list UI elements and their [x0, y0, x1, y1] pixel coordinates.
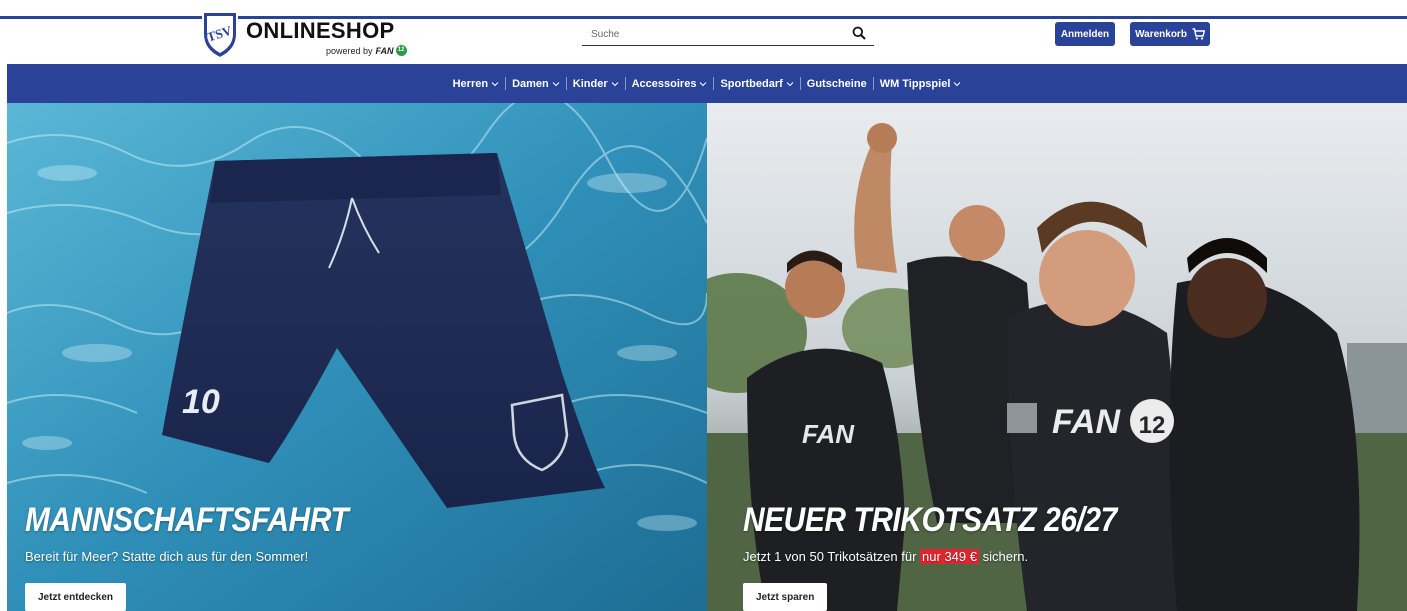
nav-item-sportbedarf[interactable]: Sportbedarf: [714, 78, 799, 90]
banner-mannschaftsfahrt[interactable]: 10 MANNSCHAFTSFAHRT Bereit für Meer? Sta…: [7, 103, 707, 611]
nav-item-label: Accessoires: [631, 77, 697, 90]
site-header: TSV ONLINESHOP powered by FAN 12 Anmelde…: [0, 0, 1407, 64]
banner-title: MANNSCHAFTSFAHRT: [25, 501, 349, 539]
main-navigation: Herren Damen Kinder Accessoires Sportbed…: [7, 64, 1407, 103]
shop-logo[interactable]: TSV ONLINESHOP powered by FAN 12: [200, 8, 407, 60]
shirt-brand-large: FAN: [1052, 403, 1121, 441]
search-input[interactable]: [582, 24, 842, 44]
chevron-down-icon: [611, 81, 618, 86]
nav-item-label: Herren: [452, 77, 489, 90]
banner-trikotsatz[interactable]: FAN FAN 12 NEUER TRIKOTSATZ 26/27 Jetzt …: [707, 103, 1407, 611]
explore-button[interactable]: Jetzt entdecken: [25, 583, 127, 611]
chevron-down-icon: [786, 81, 794, 86]
nav-item-kinder[interactable]: Kinder: [567, 78, 625, 90]
cart-button[interactable]: Warenkorb: [1130, 22, 1210, 46]
banner-title: NEUER TRIKOTSATZ 26/27: [743, 501, 1117, 539]
nav-item-gutscheine[interactable]: Gutscheine: [801, 78, 873, 90]
logo-title: ONLINESHOP: [246, 18, 395, 43]
save-now-button-label: Jetzt sparen: [756, 591, 815, 603]
nav-item-label: Kinder: [572, 77, 608, 90]
powered-by-label: powered by: [326, 45, 373, 56]
nav-item-damen[interactable]: Damen: [506, 78, 566, 90]
banner-subtitle-end: sichern.: [982, 549, 1029, 564]
price-highlight: nur 349 €: [920, 549, 979, 564]
chevron-down-icon: [700, 81, 707, 86]
banner-subtitle: Bereit für Meer? Statte dich aus für den…: [25, 549, 309, 564]
nav-item-label: WM Tippspiel: [879, 77, 951, 90]
logo-powered-by: powered by FAN 12: [326, 45, 407, 56]
nav-item-herren[interactable]: Herren: [447, 78, 505, 90]
explore-button-label: Jetzt entdecken: [38, 591, 114, 603]
shorts-number: 10: [182, 383, 220, 421]
nav-item-wm-tippspiel[interactable]: WM Tippspiel: [874, 78, 968, 90]
login-button-label: Anmelden: [1060, 28, 1110, 40]
save-now-button[interactable]: Jetzt sparen: [743, 583, 828, 611]
search-bar: [582, 22, 874, 46]
chevron-down-icon: [954, 81, 961, 86]
fan12-badge: 12: [395, 45, 407, 56]
banner-subtitle: Jetzt 1 von 50 Trikotsätzen für nur 349 …: [743, 549, 1028, 564]
shopping-cart-icon: [1192, 28, 1205, 40]
banner-subtitle-text: Jetzt 1 von 50 Trikotsätzen für: [743, 549, 917, 564]
nav-item-accessoires[interactable]: Accessoires: [626, 78, 714, 90]
fan-brand-label: FAN: [375, 45, 394, 56]
shirt-number-badge: 12: [1139, 412, 1166, 439]
search-icon[interactable]: [852, 26, 866, 40]
shirt-brand-small: FAN: [802, 419, 855, 449]
chevron-down-icon: [552, 81, 560, 86]
chevron-down-icon: [491, 81, 499, 86]
login-button[interactable]: Anmelden: [1055, 22, 1115, 46]
nav-item-label: Damen: [512, 77, 549, 90]
cart-button-label: Warenkorb: [1135, 28, 1187, 40]
nav-item-label: Sportbedarf: [720, 77, 783, 90]
nav-item-label: Gutscheine: [806, 77, 867, 90]
club-crest-icon: TSV: [202, 11, 238, 60]
